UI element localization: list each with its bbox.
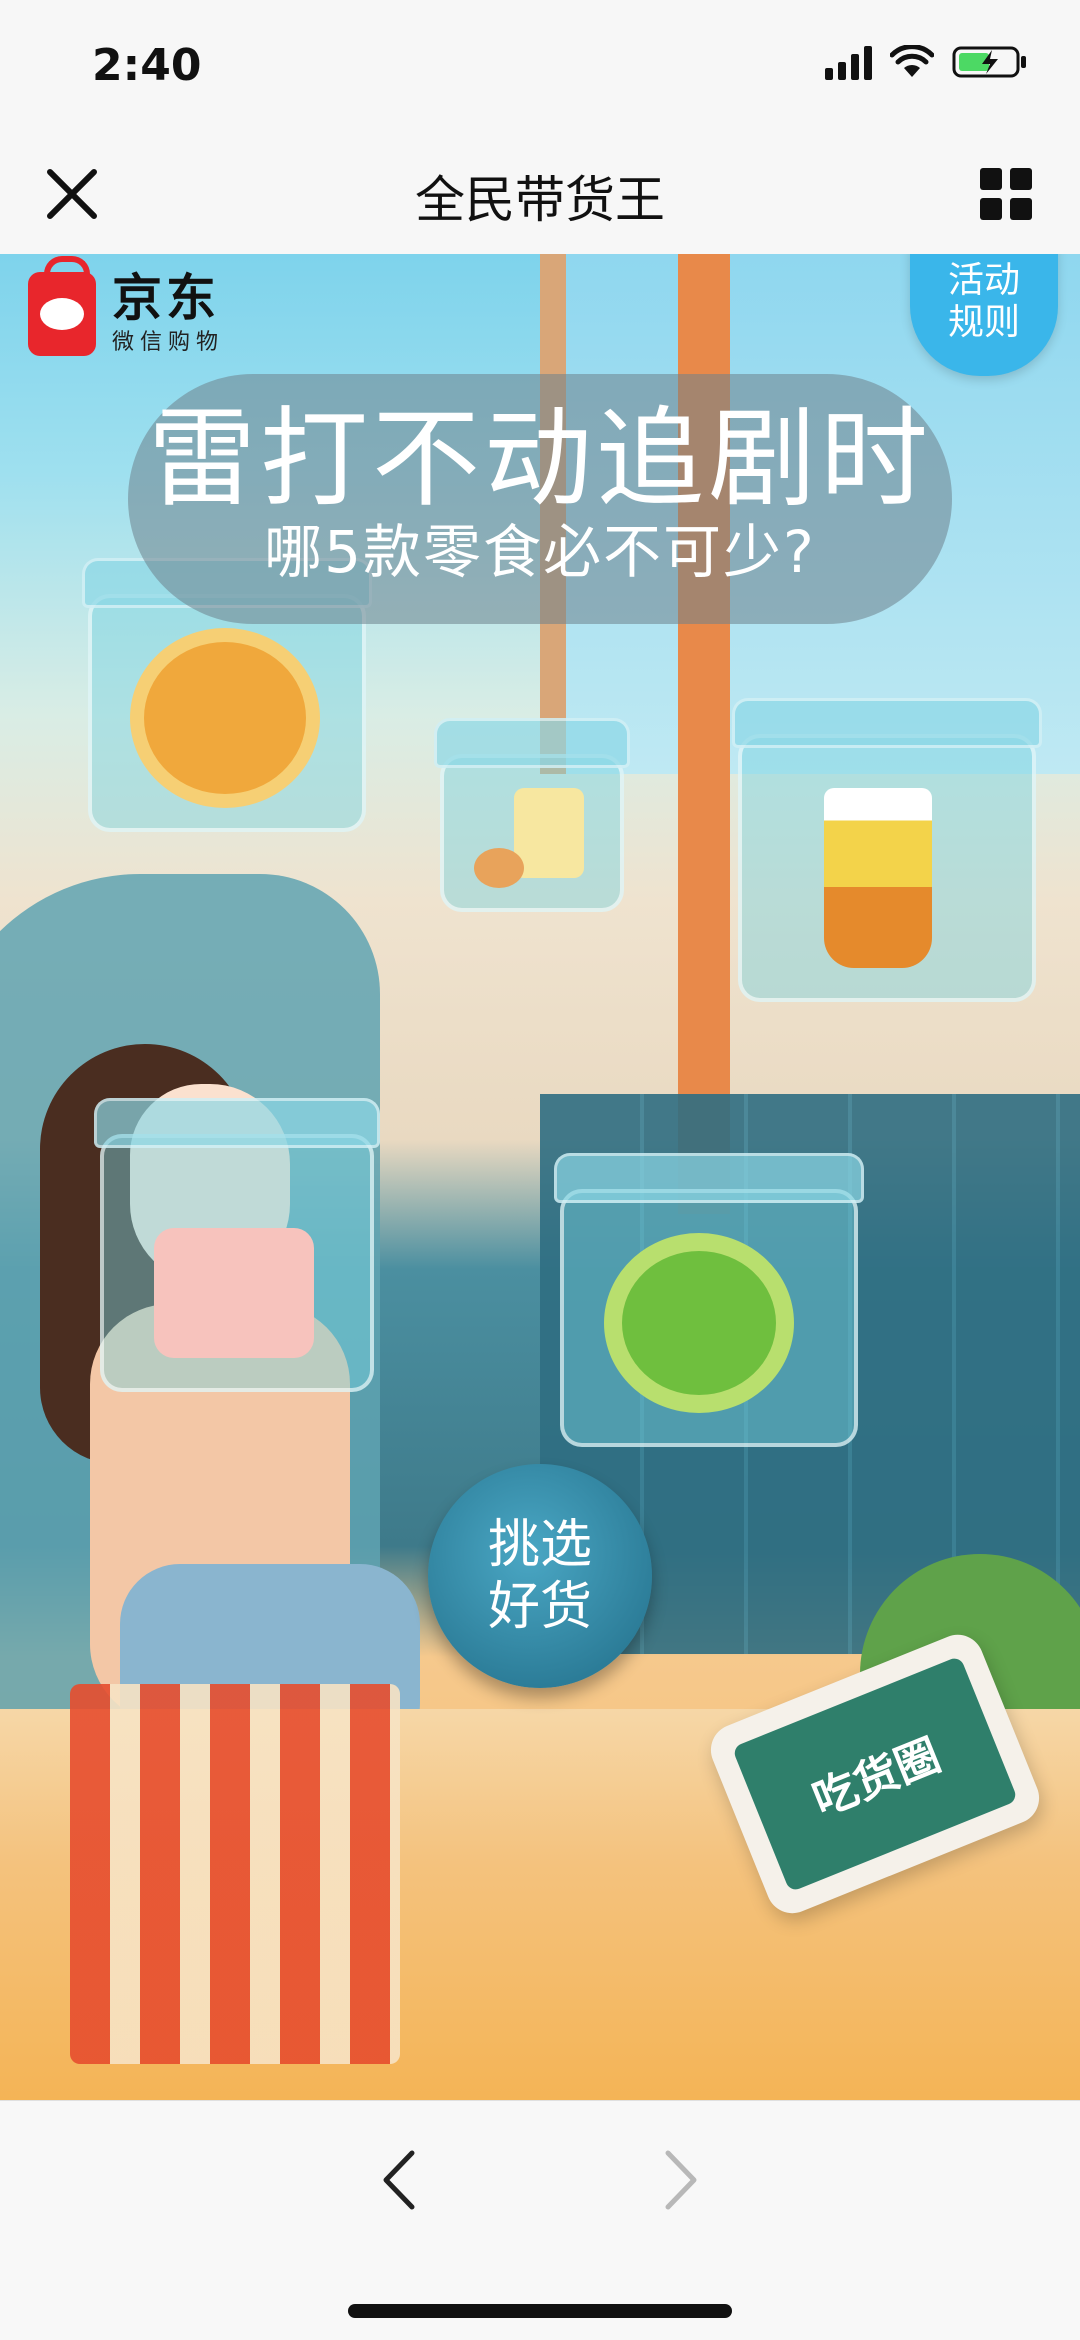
chevron-right-icon	[665, 2150, 697, 2210]
status-time: 2:40	[92, 40, 202, 91]
jd-logo: 京东 微信购物	[28, 256, 225, 356]
battery-charging-icon	[952, 44, 1028, 80]
status-bar: 2:40	[0, 0, 1080, 132]
nav-bar: 全民带货王	[0, 132, 1080, 255]
snack-jar-green-donut[interactable]	[554, 1153, 864, 1447]
fries-illustration	[70, 1684, 400, 2064]
page-title: 全民带货王	[415, 171, 665, 229]
drink-cup-icon	[824, 788, 932, 968]
wifi-icon	[890, 45, 934, 79]
cookie-icon	[474, 848, 524, 888]
grid-menu-icon	[980, 168, 1032, 220]
bottom-toolbar	[0, 2100, 1080, 2340]
cake-icon	[154, 1228, 314, 1358]
shopping-bag-icon	[28, 256, 96, 356]
logo-sub-text: 微信购物	[112, 330, 225, 355]
snack-jar-cookies[interactable]	[434, 718, 630, 912]
rules-label-line2: 规则	[947, 302, 1020, 343]
snack-jar-cake[interactable]	[94, 1098, 380, 1392]
cookie-bag-icon	[514, 788, 584, 878]
chevron-left-icon	[383, 2150, 415, 2210]
headline-title: 雷打不动追剧时	[147, 397, 932, 522]
headline-banner: 雷打不动追剧时 哪5款零食必不可少?	[128, 374, 952, 624]
forward-button[interactable]	[650, 2145, 710, 2215]
pick-button-line2: 好货	[487, 1577, 592, 1637]
signal-icon	[825, 44, 872, 80]
headline-subtitle: 哪5款零食必不可少?	[264, 518, 816, 586]
logo-main-text: 京东	[112, 269, 220, 327]
pick-goods-button[interactable]: 挑选 好货	[428, 1464, 652, 1688]
more-menu-button[interactable]	[978, 166, 1034, 222]
green-donut-icon	[604, 1233, 794, 1413]
snack-jar-drink[interactable]	[732, 698, 1042, 1002]
pick-button-line1: 挑选	[487, 1515, 592, 1575]
snack-jar-donut[interactable]	[82, 558, 372, 832]
home-indicator[interactable]	[348, 2304, 732, 2318]
donut-icon	[130, 628, 320, 808]
rules-label-line1: 活动	[947, 260, 1020, 301]
back-button[interactable]	[370, 2145, 430, 2215]
status-icons	[825, 44, 1028, 80]
promo-banner: 吃货圈 京东 微信购物 活动 规则 雷打不动追剧时 哪5款零食必不可少? 挑选 …	[0, 254, 1080, 2100]
